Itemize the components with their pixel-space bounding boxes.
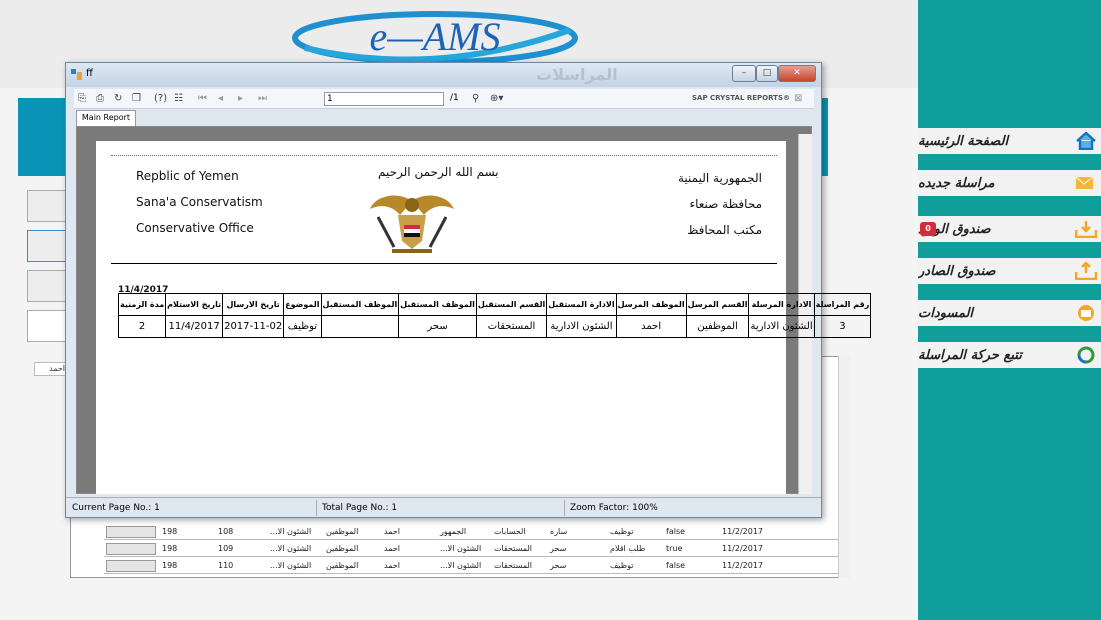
current-page-status: Current Page No.: 1 [72,503,160,513]
nav-new-mail-label: مراسلة جديده [918,175,995,191]
header-sender-employee: الموظف المرسل [615,293,687,316]
page-heading: المراسلات [536,65,618,84]
tab-main-report[interactable]: Main Report [76,110,136,126]
find-icon[interactable]: ⚲ [472,93,484,105]
header-received-date: تاريخ الاستلام [165,293,224,316]
maximize-button[interactable]: □ [756,65,778,82]
english-header-line: Sana'a Conservatism [136,195,263,209]
header-recipient-employee: الموظف المستقبل [398,293,477,316]
minimize-button[interactable]: – [732,65,756,82]
header-recipient-admin: الادارة المستقبل [546,293,617,316]
nav-tracking[interactable]: تتبع حركة المراسلة [918,342,1101,368]
header-sender-admin: الادارة المرسلة [748,293,815,316]
arabic-header-line: محافظة صنعاء [689,197,762,211]
header-recipient-employee: الموظف المستقبل [320,293,400,316]
status-divider [564,500,565,516]
english-header-line: Conservative Office [136,221,254,235]
status-divider [316,500,317,516]
yemen-emblem [370,195,454,253]
home-icon [1076,132,1096,150]
page-border [111,155,777,156]
help-icon[interactable]: (?) [154,93,167,105]
table-row[interactable]: 198 109 ...الشئون الا الموظفين احمد ...ا… [104,541,838,557]
report-table: مدة الزمنية تاريخ الاستلام تاريخ الارسال… [117,293,872,338]
first-page-icon[interactable]: ⏮ [198,93,210,105]
report-page: Repblic of Yemen Sana'a Conservatism Con… [96,141,872,494]
row-select-button[interactable] [106,543,156,555]
report-dialog[interactable]: ff المراسلات – □ ✕ ⎘ ⎙ ↻ ❐ (?) ☷ ⏮ ◂ ▸ ⏭… [65,62,872,518]
nav-home[interactable]: الصفحة الرئيسية [918,128,1101,154]
nav-tracking-label: تتبع حركة المراسلة [918,347,1022,363]
arabic-header-line: مكتب المحافظ [687,223,762,237]
nav-outbox[interactable]: صندوق الصادر [918,258,1101,284]
close-button[interactable]: ✕ [778,65,816,82]
svg-text:e—AMS: e—AMS [369,14,500,59]
outbox-icon [1075,262,1097,280]
prev-page-icon[interactable]: ◂ [218,93,230,105]
english-header-line: Repblic of Yemen [136,169,239,183]
nav-new-mail[interactable]: مراسلة جديده [918,170,1101,196]
drafts-icon [1078,305,1094,321]
report-toolbar: ⎘ ⎙ ↻ ❐ (?) ☷ ⏮ ◂ ▸ ⏭ 1 /1 ⚲ ⊕▾ SAP CRYS… [74,89,814,109]
header-divider [111,263,777,264]
close-tab-icon[interactable]: ⊠ [794,93,806,105]
next-page-icon[interactable]: ▸ [238,93,250,105]
nav-drafts-label: المسودات [918,305,974,321]
header-sender-section: القسم المرسل [685,293,750,316]
report-statusbar: Current Page No.: 1 Total Page No.: 1 Zo… [66,497,821,517]
refresh-report-icon[interactable]: ↻ [114,93,126,105]
nav-drafts[interactable]: المسودات [918,300,1101,326]
total-page-status: Total Page No.: 1 [322,503,398,513]
zoom-icon[interactable]: ⊕▾ [490,93,512,105]
header-duration: مدة الزمنية [117,293,167,316]
nav-inbox[interactable]: صندوق الوارد 0 [918,216,1101,242]
row-select-button[interactable] [106,560,156,572]
grid-scrollbar[interactable] [838,356,850,578]
report-header-row: مدة الزمنية تاريخ الاستلام تاريخ الارسال… [117,293,872,316]
page-number-input[interactable]: 1 [324,92,444,106]
copy-icon[interactable]: ❐ [132,93,144,105]
header-subject: الموضوع [283,293,322,316]
filter-field[interactable]: احمد [34,362,68,376]
eams-logo: e—AMS [285,8,585,70]
inbox-icon [1075,221,1097,238]
group-tree-icon[interactable]: ☷ [174,93,186,105]
report-icon [71,69,82,80]
header-recipient-section: القسم المستقبل [475,293,548,316]
table-row[interactable]: 198 108 ...الشئون الا الموظفين احمد الجم… [104,524,838,540]
refresh-icon [1077,346,1095,364]
table-row[interactable]: 198 110 ...الشئون الا الموظفين احمد ...ا… [104,558,838,574]
header-sent-date: تاريخ الارسال [222,293,285,316]
arabic-header-line: الجمهورية اليمنية [677,171,762,185]
zoom-status: Zoom Factor: 100% [570,503,658,513]
nav-outbox-label: صندوق الصادر [918,263,996,279]
basmala: بسم الله الرحمن الرحيم [378,165,499,179]
last-page-icon[interactable]: ⏭ [258,93,270,105]
report-data-row: 2 11/4/2017 2017-11-02 توظيف سحر المستحق… [117,315,872,338]
print-icon[interactable]: ⎙ [96,93,108,105]
export-icon[interactable]: ⎘ [78,93,90,105]
row-select-button[interactable] [106,526,156,538]
dialog-title: ff [86,68,93,79]
new-mail-icon [1075,176,1094,189]
nav-home-label: الصفحة الرئيسية [918,133,1009,149]
header-correspondence-number: رقم المراسلة [813,293,872,316]
inbox-count-badge: 0 [920,222,936,236]
dialog-titlebar[interactable]: ff المراسلات – □ ✕ [66,63,821,87]
sap-brand: SAP CRYSTAL REPORTS® [692,94,790,102]
page-total: /1 [450,93,459,103]
